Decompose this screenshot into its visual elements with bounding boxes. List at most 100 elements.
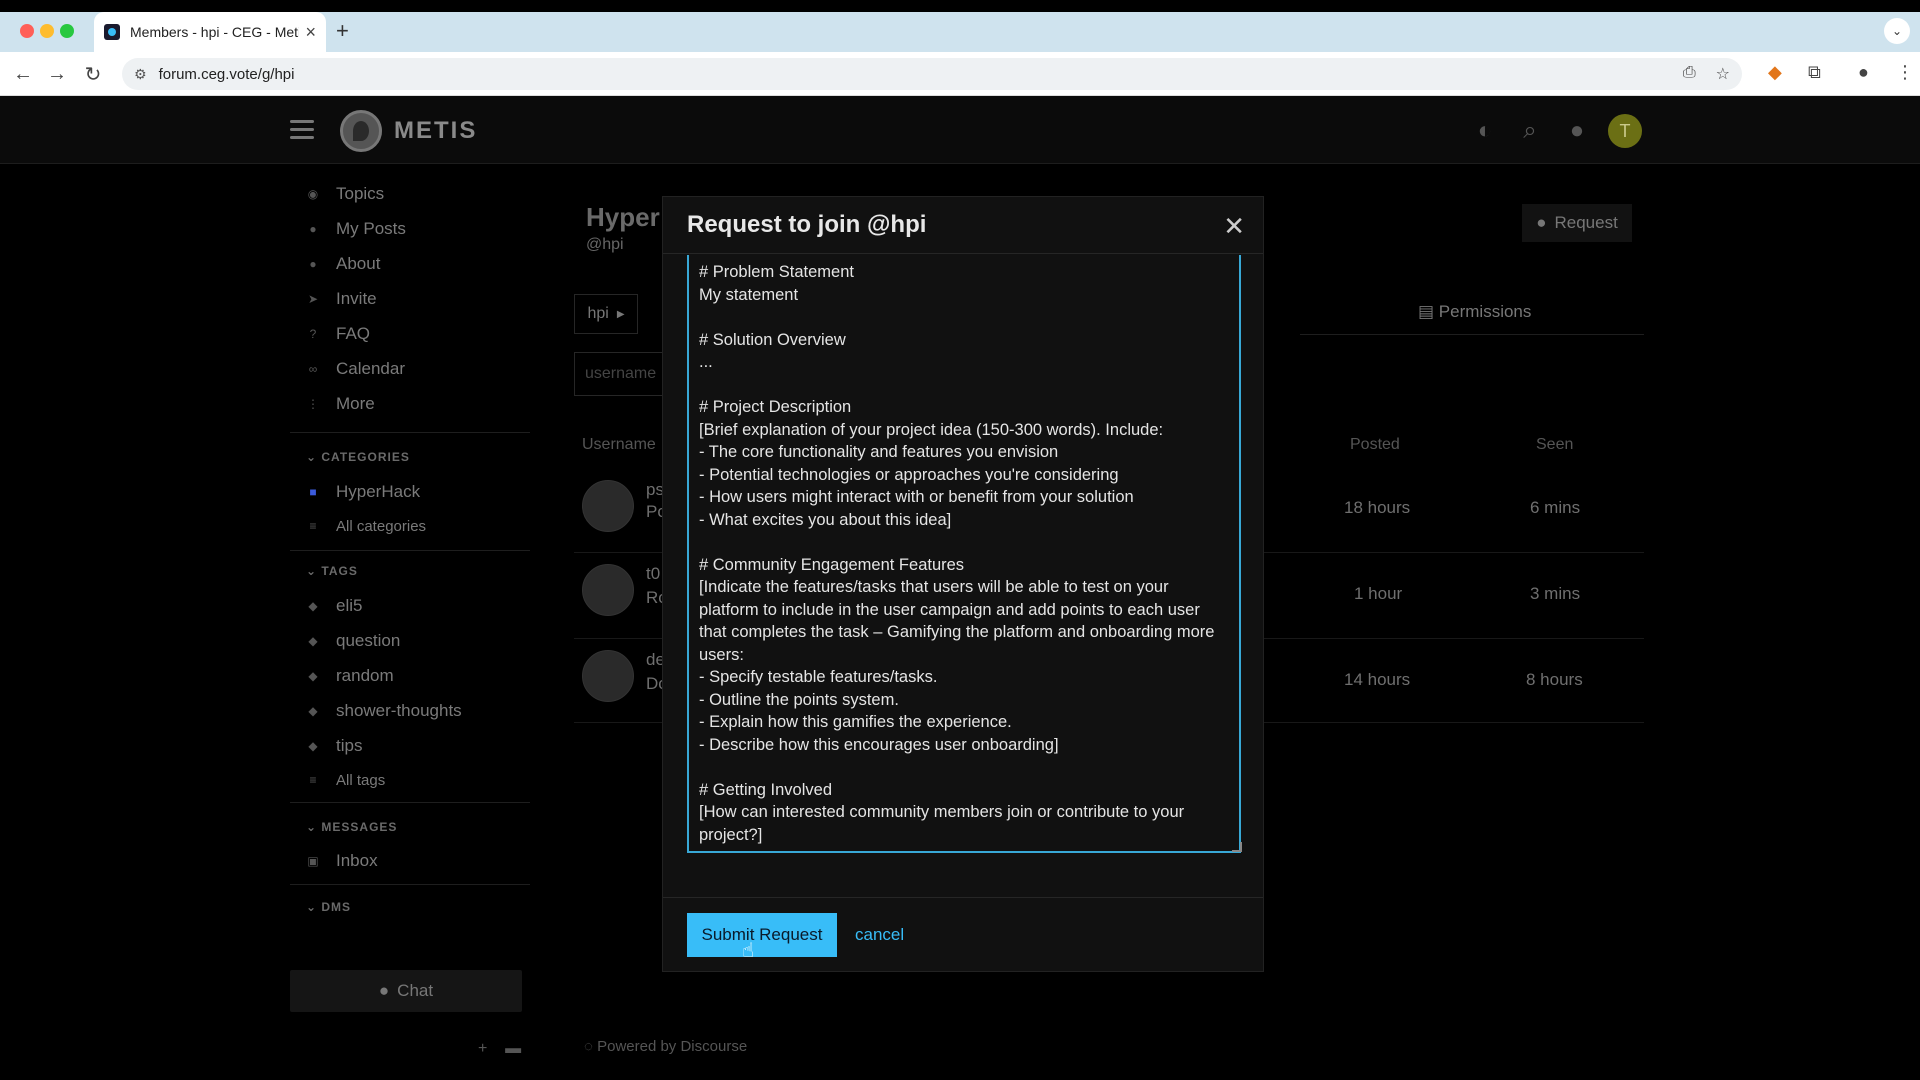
brand-name: METIS	[394, 117, 478, 144]
new-tab-button[interactable]: +	[336, 18, 349, 44]
group-title: Hyper	[586, 202, 660, 232]
close-tab-icon[interactable]: ×	[305, 22, 316, 43]
sidebar-item-topics[interactable]: ◉ Topics	[306, 180, 384, 208]
sidebar-item-all-categories[interactable]: ≡ All categories	[306, 512, 426, 540]
request-message-textarea[interactable]: # Problem Statement My statement # Solut…	[687, 255, 1241, 853]
sidebar-divider	[290, 884, 530, 885]
tag-icon: ◆	[308, 599, 318, 613]
sidebar-item-inbox[interactable]: ▣ Inbox	[306, 847, 377, 875]
member-avatar[interactable]	[582, 564, 634, 616]
tab-search-button[interactable]: ⌄	[1884, 18, 1910, 44]
member-posted: 14 hours	[1344, 670, 1411, 689]
column-posted[interactable]: Posted	[1350, 436, 1400, 454]
sidebar-item-tag-eli5[interactable]: ◆ eli5	[306, 592, 362, 620]
theme-toggle-icon[interactable]: ◐	[1470, 116, 1500, 146]
list-icon: ≡	[309, 519, 317, 533]
site-info-icon[interactable]: ⚙	[134, 66, 147, 83]
sidebar-item-invite[interactable]: ➤ Invite	[306, 285, 377, 313]
sidebar-item-tag-question[interactable]: ◆ question	[306, 627, 400, 655]
sidebar-item-about[interactable]: ● About	[306, 250, 380, 278]
join-request-modal: Request to join @hpi ✕ # Problem Stateme…	[662, 196, 1264, 972]
sidebar-item-faq[interactable]: ? FAQ	[306, 320, 370, 348]
member-posted: 18 hours	[1344, 498, 1411, 517]
info-icon: ●	[309, 257, 317, 271]
tab-permissions[interactable]: ▤ Permissions	[1418, 302, 1531, 322]
messages-heading[interactable]: ⌄ MESSAGES	[306, 820, 397, 834]
tag-icon: ◆	[308, 669, 318, 683]
more-vertical-icon: ⋮	[307, 397, 319, 411]
add-user-icon: ●	[1536, 213, 1547, 232]
metis-logo-icon	[340, 110, 382, 152]
favicon-icon	[104, 24, 120, 40]
chevron-down-icon: ⌄	[306, 450, 322, 464]
metamask-extension-icon[interactable]: ◆	[1768, 62, 1782, 83]
modal-title: Request to join @hpi	[687, 211, 927, 238]
modal-divider	[663, 253, 1263, 254]
member-avatar[interactable]	[582, 480, 634, 532]
user-avatar[interactable]: T	[1608, 114, 1642, 148]
inbox-icon: ▣	[307, 854, 319, 868]
username-filter-input[interactable]: username	[574, 352, 664, 396]
screen: Members - hpi - CEG - Metis × + ⌄ ← → ↻ …	[0, 0, 1920, 1080]
column-username[interactable]: Username	[582, 436, 656, 454]
browser-tab[interactable]: Members - hpi - CEG - Metis ×	[94, 12, 326, 52]
sidebar-divider	[290, 432, 530, 433]
forward-icon[interactable]: →	[44, 61, 70, 87]
list-icon: ≡	[309, 773, 317, 787]
sidebar-item-calendar[interactable]: ∞ Calendar	[306, 355, 405, 383]
close-icon[interactable]: ✕	[1223, 211, 1245, 242]
sidebar-item-my-posts[interactable]: ● My Posts	[306, 215, 406, 243]
minimize-window-button[interactable]	[40, 24, 54, 38]
paper-plane-icon: ➤	[307, 292, 319, 306]
browser-toolbar: ← → ↻ ⚙ forum.ceg.vote/g/hpi ⎙ ☆ ◆ ⧉ ● ⋮	[0, 52, 1920, 96]
member-seen: 6 mins	[1530, 498, 1581, 517]
chat-icon[interactable]: ●	[1562, 116, 1592, 146]
bookmark-star-icon[interactable]: ☆	[1716, 64, 1730, 84]
member-name[interactable]: t0	[646, 564, 660, 584]
group-selector[interactable]: hpi ▶	[574, 294, 638, 334]
user-icon: ●	[309, 222, 317, 236]
back-icon[interactable]: ←	[10, 61, 36, 87]
plus-icon[interactable]: +	[478, 1040, 487, 1057]
topics-icon: ◉	[307, 187, 319, 201]
tab-title: Members - hpi - CEG - Metis	[130, 24, 300, 40]
extensions-icon[interactable]: ⧉	[1808, 62, 1821, 83]
close-window-button[interactable]	[20, 24, 34, 38]
sidebar-item-all-tags[interactable]: ≡ All tags	[306, 766, 385, 794]
profile-icon[interactable]: ●	[1858, 62, 1869, 83]
site-logo[interactable]: METIS	[340, 110, 477, 152]
address-bar[interactable]: ⚙ forum.ceg.vote/g/hpi ⎙ ☆	[122, 58, 1742, 90]
keyboard-icon[interactable]: ▬	[505, 1040, 521, 1057]
browser-menu-icon[interactable]: ⋮	[1896, 62, 1914, 83]
reload-icon[interactable]: ↻	[80, 61, 106, 87]
column-seen[interactable]: Seen	[1536, 436, 1573, 454]
tag-icon: ◆	[308, 739, 318, 753]
powered-by-link[interactable]: ◌ Powered by Discourse	[584, 1038, 747, 1055]
maximize-window-button[interactable]	[60, 24, 74, 38]
tags-heading[interactable]: ⌄ TAGS	[306, 564, 358, 578]
sidebar-item-hyperhack[interactable]: ■ HyperHack	[306, 478, 420, 506]
chevron-down-icon: ⌄	[306, 900, 322, 914]
submit-request-button[interactable]: Submit Request	[687, 913, 837, 957]
search-icon[interactable]: ⌕	[1515, 116, 1545, 146]
member-avatar[interactable]	[582, 650, 634, 702]
question-icon: ?	[309, 327, 317, 341]
dms-heading[interactable]: ⌄ DMS	[306, 900, 351, 914]
resize-grip-icon[interactable]	[1232, 842, 1242, 852]
link-icon: ∞	[308, 362, 318, 376]
caret-right-icon: ▶	[616, 308, 625, 320]
group-handle: @hpi	[586, 236, 624, 253]
categories-heading[interactable]: ⌄ CATEGORIES	[306, 450, 410, 464]
chat-bubble-icon: ●	[378, 981, 390, 1000]
request-button[interactable]: ● Request	[1522, 204, 1632, 242]
hamburger-menu-icon[interactable]	[290, 120, 314, 140]
chat-button[interactable]: ● Chat	[290, 970, 522, 1012]
sidebar-item-tag-random[interactable]: ◆ random	[306, 662, 393, 690]
cancel-link[interactable]: cancel	[855, 925, 904, 945]
sidebar-item-tag-tips[interactable]: ◆ tips	[306, 732, 362, 760]
member-posted: 1 hour	[1354, 584, 1403, 603]
permissions-icon: ▤	[1418, 302, 1439, 321]
install-app-icon[interactable]: ⎙	[1683, 64, 1696, 84]
sidebar-item-tag-shower-thoughts[interactable]: ◆ shower-thoughts	[306, 697, 461, 725]
sidebar-item-more[interactable]: ⋮ More	[306, 390, 375, 418]
